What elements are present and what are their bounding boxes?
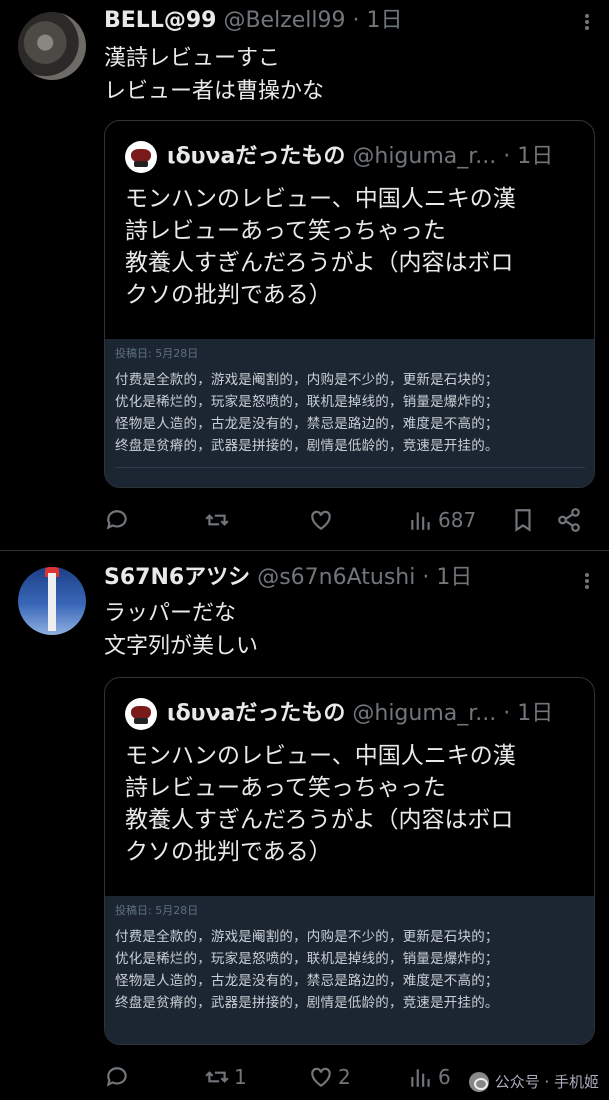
wechat-icon [468, 1071, 489, 1092]
retweet-button[interactable]: 1 [204, 1062, 247, 1092]
quote-text: モンハンのレビュー、中国人ニキの漢 詩レビューあって笑っちゃった 教養人すぎんだ… [125, 183, 585, 311]
image-post-date: 投稿日: 5月28日 [115, 904, 199, 917]
tweet-text-line: 文字列が美しい [104, 634, 259, 659]
reply-icon [106, 1067, 127, 1087]
image-text-line: 付费是全款的，游戏是阉割的，内购是不少的，更新是石块的； [115, 929, 499, 945]
reply-icon [106, 510, 127, 530]
quote-display-name: ιδυνaだったもの [167, 701, 346, 726]
views-count: 687 [438, 508, 477, 532]
quote-text-line: モンハンのレビュー、中国人ニキの漢 [125, 186, 516, 212]
tweet-text: 漢詩レビューすこ レビュー者は曹操かな [104, 42, 324, 108]
heart-icon [311, 1067, 331, 1087]
tweet[interactable]: BELL@99 @Belzell99 · 1日 漢詩レビューすこ レビュー者は曹… [0, 0, 609, 550]
watermark: 公众号 · 手机姬 [468, 1071, 599, 1092]
quote-text: モンハンのレビュー、中国人ニキの漢 詩レビューあって笑っちゃった 教養人すぎんだ… [125, 740, 585, 868]
image-text-line: 优化是稀烂的，玩家是怒喷的，联机是掉线的，销量是爆炸的； [115, 394, 499, 410]
display-name[interactable]: BELL@99 [104, 8, 216, 33]
views-button[interactable]: 687 [408, 505, 476, 535]
quote-header: ιδυνaだったもの @higuma_r... · 1日 [125, 698, 554, 730]
tweet-text: ラッパーだな 文字列が美しい [104, 597, 258, 663]
quoted-tweet[interactable]: ιδυνaだったもの @higuma_r... · 1日 モンハンのレビュー、中… [104, 120, 595, 488]
quoted-tweet[interactable]: ιδυνaだったもの @higuma_r... · 1日 モンハンのレビュー、中… [104, 677, 595, 1045]
reply-button[interactable] [104, 1062, 134, 1092]
like-button[interactable] [308, 505, 338, 535]
display-name[interactable]: S67N6アツシ [104, 565, 250, 590]
heart-icon [311, 510, 331, 530]
tweet-text-line: 漢詩レビューすこ [104, 46, 281, 71]
retweet-button[interactable] [204, 505, 234, 535]
tweet-text-line: レビュー者は曹操かな [104, 79, 325, 104]
quote-header: ιδυνaだったもの @higuma_r... · 1日 [125, 141, 554, 173]
retweet-icon [205, 1071, 229, 1083]
quote-text-line: モンハンのレビュー、中国人ニキの漢 [125, 743, 516, 769]
image-text-line: 怪物是人造的，古龙是没有的，禁忌是路边的，难度是不高的； [115, 973, 499, 989]
image-review-text: 付费是全款的，游戏是阉割的，内购是不少的，更新是石块的； 优化是稀烂的，玩家是怒… [115, 369, 590, 457]
share-icon [558, 508, 580, 532]
tweet-header: S67N6アツシ @s67n6Atushi · 1日 [104, 563, 472, 593]
handle-and-time[interactable]: @Belzell99 · 1日 [223, 8, 402, 33]
more-icon[interactable] [585, 571, 591, 591]
share-button[interactable] [556, 505, 582, 535]
image-text-line: 怪物是人造的，古龙是没有的，禁忌是路边的，难度是不高的； [115, 416, 499, 432]
like-count: 2 [338, 1065, 351, 1089]
action-bar: 687 [104, 505, 594, 535]
image-review-text: 付费是全款的，游戏是阉割的，内购是不少的，更新是石块的； 优化是稀烂的，玩家是怒… [115, 926, 590, 1014]
image-text-line: 终盘是贫瘠的，武器是拼接的，剧情是低龄的，竞速是开挂的。 [115, 995, 499, 1011]
retweet-count: 1 [234, 1065, 247, 1089]
tweet-text-line: ラッパーだな [104, 601, 237, 626]
tweet-header: BELL@99 @Belzell99 · 1日 [104, 6, 402, 36]
watermark-text: 公众号 · 手机姬 [494, 1073, 599, 1091]
more-icon[interactable] [585, 12, 591, 32]
quote-text-line: クソの批判である） [125, 839, 332, 865]
image-post-date: 投稿日: 5月28日 [115, 347, 199, 360]
quote-text-line: 詩レビューあって笑っちゃった [125, 775, 446, 801]
bookmark-button[interactable] [510, 505, 536, 535]
handle-and-time[interactable]: @s67n6Atushi · 1日 [257, 565, 472, 590]
quote-text-line: クソの批判である） [125, 282, 332, 308]
views-icon [411, 1069, 430, 1087]
quote-avatar [125, 141, 157, 173]
quote-avatar [125, 698, 157, 730]
avatar[interactable] [18, 12, 86, 80]
quote-display-name: ιδυνaだったもの [167, 144, 346, 169]
like-button[interactable]: 2 [308, 1062, 351, 1092]
quote-handle-and-time: @higuma_r... · 1日 [352, 701, 554, 726]
views-button[interactable]: 6 [408, 1062, 451, 1092]
views-count: 6 [438, 1065, 451, 1089]
quote-text-line: 教養人すぎんだろうがよ（内容はボロ [125, 807, 514, 833]
quote-text-line: 教養人すぎんだろうがよ（内容はボロ [125, 250, 514, 276]
views-icon [411, 512, 430, 530]
quote-image[interactable]: 投稿日: 5月28日 付费是全款的，游戏是阉割的，内购是不少的，更新是石块的； … [105, 339, 594, 487]
reply-button[interactable] [104, 505, 134, 535]
image-divider [115, 467, 585, 468]
retweet-icon [205, 514, 229, 526]
tweet[interactable]: S67N6アツシ @s67n6Atushi · 1日 ラッパーだな 文字列が美し… [0, 551, 609, 1100]
quote-image[interactable]: 投稿日: 5月28日 付费是全款的，游戏是阉割的，内购是不少的，更新是石块的； … [105, 896, 594, 1044]
image-text-line: 优化是稀烂的，玩家是怒喷的，联机是掉线的，销量是爆炸的； [115, 951, 499, 967]
quote-handle-and-time: @higuma_r... · 1日 [352, 144, 554, 169]
image-text-line: 付费是全款的，游戏是阉割的，内购是不少的，更新是石块的； [115, 372, 499, 388]
quote-text-line: 詩レビューあって笑っちゃった [125, 218, 446, 244]
avatar[interactable] [18, 567, 86, 635]
bookmark-icon [515, 509, 531, 532]
image-text-line: 终盘是贫瘠的，武器是拼接的，剧情是低龄的，竞速是开挂的。 [115, 438, 499, 454]
